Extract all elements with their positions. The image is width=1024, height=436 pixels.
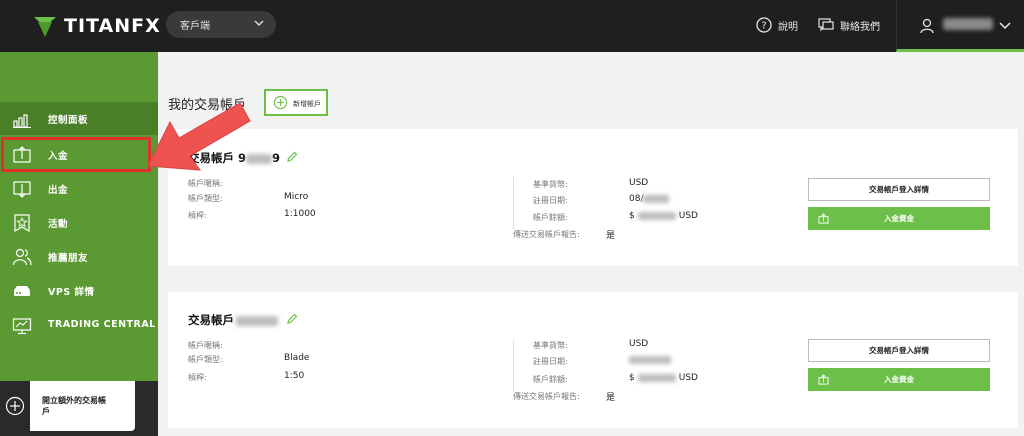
balance-label: 帳戶餘額: xyxy=(533,213,568,222)
open-extra-account-label: 開立額外的交易帳戶 xyxy=(42,396,106,416)
report-value: 是 xyxy=(606,231,616,241)
account-card: 交易帳戶 帳戶暱稱: 帳戶類型: Blade 槓桿: 1:50 基準貨幣: US… xyxy=(168,292,1018,428)
sidebar-item-label: 活動 xyxy=(48,219,69,230)
account-title-suffix: 9 xyxy=(272,151,281,165)
balance-redacted xyxy=(637,373,676,382)
portal-select-value: 客戶端 xyxy=(180,21,210,32)
sidebar-item-label: 控制面板 xyxy=(48,115,89,126)
report-label: 傳送交易帳戶報告: xyxy=(513,230,580,239)
balance-prefix: $ xyxy=(629,373,635,383)
sidebar-item-label: VPS 詳情 xyxy=(48,287,95,298)
balance-prefix: $ xyxy=(629,211,635,221)
leverage-value: 1:50 xyxy=(284,371,305,381)
chat-icon xyxy=(818,18,834,32)
star-badge-icon xyxy=(14,214,30,233)
user-icon xyxy=(920,18,934,34)
titanfx-logo[interactable]: TITANFX xyxy=(32,13,161,39)
user-menu[interactable] xyxy=(896,0,1024,52)
new-account-button[interactable]: 新增帳戶 xyxy=(264,89,328,116)
titan-logo-icon xyxy=(34,17,56,37)
svg-text:?: ? xyxy=(761,21,766,32)
balance-label: 帳戶餘額: xyxy=(533,375,568,384)
balance-redacted xyxy=(637,211,676,220)
sidebar-item-refer-friend[interactable]: 推薦朋友 xyxy=(0,240,158,273)
type-label: 帳戶類型: xyxy=(188,355,223,364)
login-details-button[interactable]: 交易帳戶登入詳情 xyxy=(808,178,990,201)
base-currency-value: USD xyxy=(629,178,649,188)
chevron-down-icon xyxy=(254,20,264,27)
sidebar-item-label: TRADING CENTRAL xyxy=(48,319,156,330)
user-name-redacted xyxy=(943,18,993,30)
account-title: 交易帳戶 xyxy=(188,312,278,328)
logo-text: TITANFX xyxy=(64,15,161,37)
plus-circle-icon xyxy=(273,95,288,110)
login-details-button[interactable]: 交易帳戶登入詳情 xyxy=(808,339,990,362)
leverage-label: 槓桿: xyxy=(188,373,207,382)
column-divider xyxy=(513,177,514,229)
reg-date-redacted xyxy=(629,355,671,364)
deposit-funds-button[interactable]: 入金資金 xyxy=(808,207,990,230)
bar-chart-icon xyxy=(13,114,31,128)
nickname-label: 帳戶暱稱: xyxy=(188,341,223,350)
reg-date-label: 註冊日期: xyxy=(533,357,568,366)
deposit-funds-label: 入金資金 xyxy=(884,375,914,384)
sidebar-item-trading-central[interactable]: TRADING CENTRAL xyxy=(0,309,158,342)
leverage-value: 1:1000 xyxy=(284,209,316,219)
reg-date-redacted xyxy=(643,194,670,203)
help-label: 說明 xyxy=(778,21,798,33)
contact-link[interactable]: 聯絡我們 xyxy=(818,17,880,33)
portal-select[interactable]: 客戶端 xyxy=(166,11,276,38)
help-link[interactable]: ? 說明 xyxy=(756,17,798,33)
balance-value: $ USD xyxy=(629,211,698,221)
annotation-arrow-icon xyxy=(147,102,251,171)
type-label: 帳戶類型: xyxy=(188,194,223,203)
sidebar-item-label: 出金 xyxy=(48,185,69,196)
monitor-chart-icon xyxy=(12,318,32,335)
column-divider xyxy=(513,340,514,392)
contact-label: 聯絡我們 xyxy=(840,21,880,33)
deposit-icon xyxy=(818,374,829,385)
reg-date-prefix: 08/ xyxy=(629,194,644,204)
account-card: 交易帳戶 99 帳戶暱稱: 帳戶類型: Micro 槓桿: 1:1000 基準貨… xyxy=(168,129,1018,266)
sidebar-item-events[interactable]: 活動 xyxy=(0,206,158,239)
report-label: 傳送交易帳戶報告: xyxy=(513,392,580,401)
report-value: 是 xyxy=(606,393,616,403)
base-currency-value: USD xyxy=(629,339,649,349)
pencil-icon[interactable] xyxy=(286,151,298,163)
pencil-icon[interactable] xyxy=(286,313,298,325)
base-currency-label: 基準貨幣: xyxy=(533,180,568,189)
users-icon xyxy=(12,248,32,266)
reg-date-value xyxy=(629,355,671,365)
balance-suffix: USD xyxy=(678,211,698,221)
reg-date-value: 08/ xyxy=(629,194,670,204)
reg-date-label: 註冊日期: xyxy=(533,196,568,205)
deposit-funds-button[interactable]: 入金資金 xyxy=(808,368,990,391)
open-extra-account-panel[interactable]: 開立額外的交易帳戶 xyxy=(30,381,135,431)
help-icon: ? xyxy=(756,17,772,33)
deposit-icon xyxy=(818,213,829,224)
balance-suffix: USD xyxy=(678,373,698,383)
open-extra-account[interactable]: 開立額外的交易帳戶 xyxy=(0,381,158,436)
type-value: Blade xyxy=(284,353,310,363)
account-number-redacted xyxy=(236,315,278,326)
sidebar-item-vps[interactable]: VPS 詳情 xyxy=(0,274,158,307)
server-icon xyxy=(14,286,30,296)
new-account-label: 新增帳戶 xyxy=(293,100,321,108)
deposit-funds-label: 入金資金 xyxy=(884,214,914,223)
leverage-label: 槓桿: xyxy=(188,211,207,220)
type-value: Micro xyxy=(284,192,309,202)
top-bar: TITANFX 客戶端 ? 說明 聯絡我們 xyxy=(0,0,1024,52)
account-title-prefix: 交易帳戶 xyxy=(188,313,234,327)
balance-value: $ USD xyxy=(629,373,698,383)
plus-circle-icon xyxy=(5,396,25,416)
base-currency-label: 基準貨幣: xyxy=(533,341,568,350)
sidebar-item-label: 推薦朋友 xyxy=(48,253,89,264)
chevron-down-icon xyxy=(999,22,1011,30)
withdraw-icon xyxy=(13,181,31,198)
